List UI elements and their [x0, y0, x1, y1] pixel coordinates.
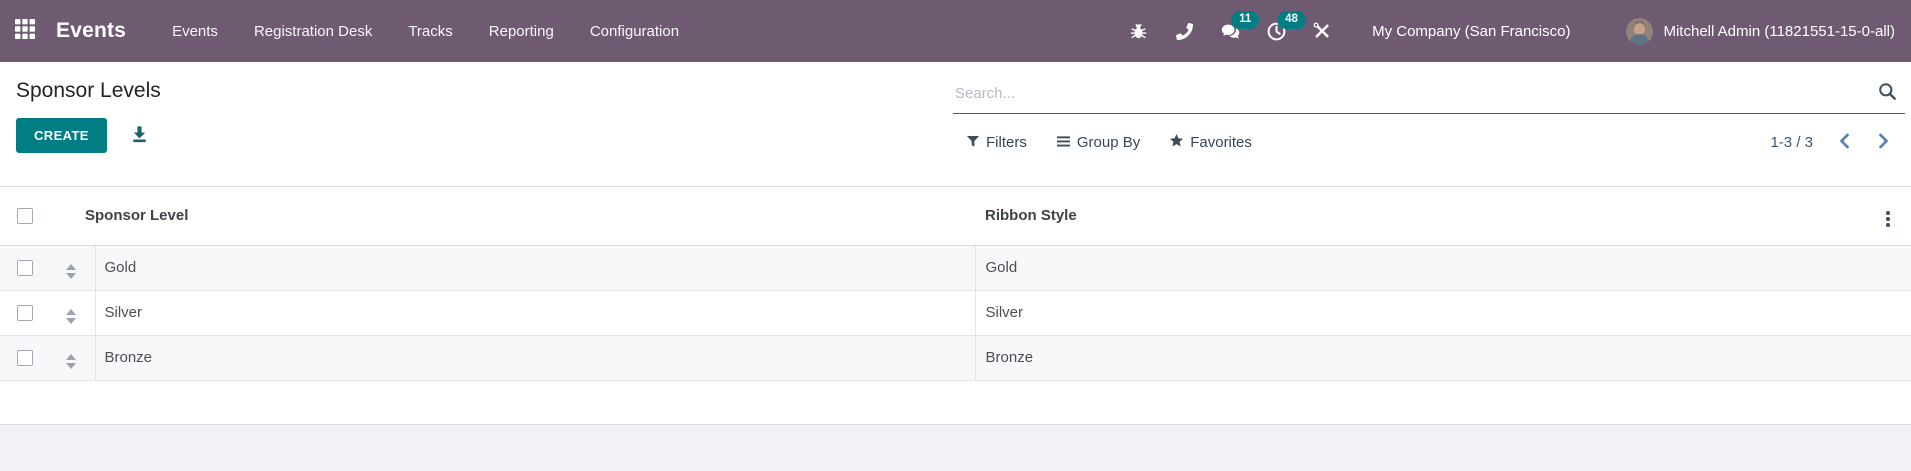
select-all-checkbox[interactable] [17, 207, 33, 224]
menu-item-events[interactable]: Events [154, 0, 236, 62]
row-handle-cell [48, 335, 95, 380]
header-checkbox-cell [0, 187, 48, 246]
navbar-systray: 11 48 [1126, 11, 1334, 44]
control-panel: Sponsor Levels CREATE Search... Filters … [0, 62, 1911, 187]
support-tools-icon[interactable] [1310, 18, 1334, 44]
chevron-right-icon [1878, 133, 1889, 152]
activities-clock-icon[interactable]: 48 [1264, 11, 1306, 44]
group-by-bars-icon [1056, 134, 1070, 151]
menu-item-reporting[interactable]: Reporting [471, 0, 572, 62]
table-row-silver[interactable]: Silver Silver [0, 290, 1911, 335]
table-header-row: Sponsor Level Ribbon Style [0, 187, 1911, 246]
navbar-right-section: 11 48 My Company (San Francisco) Mitchel… [1126, 11, 1895, 45]
filter-funnel-icon [967, 134, 979, 151]
pager-range-label[interactable]: 1-3 / 3 [1770, 134, 1813, 151]
download-icon [131, 125, 148, 146]
row-checkbox-cell [0, 335, 48, 380]
filters-label: Filters [986, 134, 1027, 151]
row-checkbox[interactable] [17, 304, 33, 321]
apps-grid-icon [15, 18, 35, 44]
row-handle-cell [48, 245, 95, 290]
messages-count-badge: 11 [1231, 11, 1260, 29]
pager-previous-button[interactable] [1837, 131, 1852, 154]
group-by-menu[interactable]: Group By [1056, 134, 1141, 151]
activities-count-badge: 48 [1277, 11, 1306, 29]
search-box [953, 78, 1905, 114]
apps-menu-button[interactable] [0, 0, 50, 62]
table-empty-space [0, 380, 1911, 425]
cell-ribbon-style[interactable]: Bronze [974, 335, 1911, 380]
phone-icon[interactable] [1172, 18, 1196, 44]
group-by-label: Group By [1076, 134, 1141, 151]
menu-item-configuration[interactable]: Configuration [572, 0, 697, 62]
create-button[interactable]: CREATE [16, 118, 107, 153]
menu-item-tracks[interactable]: Tracks [390, 0, 470, 62]
drag-handle-icon[interactable] [66, 353, 77, 369]
search-submit-button[interactable] [1878, 82, 1897, 104]
row-checkbox[interactable] [17, 349, 33, 366]
sponsor-levels-table: Sponsor Level Ribbon Style Gold Gold Sil… [0, 187, 1911, 381]
cell-ribbon-style[interactable]: Gold [974, 245, 1911, 290]
favorites-menu[interactable]: Favorites [1170, 134, 1252, 151]
row-checkbox-cell [0, 290, 48, 335]
debug-bug-icon[interactable] [1126, 18, 1150, 44]
control-panel-right: Filters Group By F [953, 62, 1911, 186]
cell-sponsor-level[interactable]: Silver [94, 290, 976, 335]
menu-item-registration-desk[interactable]: Registration Desk [236, 0, 390, 62]
cell-sponsor-level[interactable]: Gold [94, 245, 976, 290]
pager-next-button[interactable] [1876, 131, 1891, 154]
cell-ribbon-style[interactable]: Silver [974, 290, 1911, 335]
table-row-gold[interactable]: Gold Gold [0, 245, 1911, 290]
drag-handle-icon[interactable] [66, 263, 77, 279]
control-panel-left: Sponsor Levels CREATE [0, 62, 953, 186]
column-header-ribbon-style[interactable]: Ribbon Style [975, 187, 1884, 246]
row-handle-cell [48, 290, 95, 335]
search-icon [1878, 83, 1897, 104]
user-name-label: Mitchell Admin (11821551-15-0-all) [1663, 22, 1895, 40]
messages-chat-icon[interactable]: 11 [1218, 11, 1260, 44]
favorites-label: Favorites [1190, 134, 1252, 151]
chevron-left-icon [1839, 133, 1850, 152]
row-checkbox[interactable] [17, 259, 33, 276]
drag-handle-icon[interactable] [66, 308, 77, 324]
filters-menu[interactable]: Filters [967, 134, 1027, 151]
table-row-bronze[interactable]: Bronze Bronze [0, 335, 1911, 380]
export-button[interactable] [131, 125, 148, 146]
search-options-row: Filters Group By Favorites 1-3 / 3 [953, 131, 1905, 154]
app-brand-title: Events [56, 19, 127, 42]
top-navbar: Events Events Registration Desk Tracks R… [0, 0, 1911, 62]
optional-columns-cell [1883, 187, 1911, 246]
user-menu[interactable]: Mitchell Admin (11821551-15-0-all) [1626, 17, 1895, 45]
favorites-star-icon [1170, 134, 1184, 151]
column-header-sponsor-level[interactable]: Sponsor Level [48, 187, 976, 246]
cell-sponsor-level[interactable]: Bronze [94, 335, 976, 380]
search-input[interactable] [955, 85, 1875, 102]
page-title-breadcrumb: Sponsor Levels [16, 79, 161, 102]
company-switcher[interactable]: My Company (San Francisco) [1372, 23, 1570, 40]
vertical-ellipsis-icon[interactable] [1883, 208, 1893, 230]
pager: 1-3 / 3 [1770, 131, 1905, 154]
user-avatar [1626, 17, 1654, 45]
app-menu: Events Registration Desk Tracks Reportin… [154, 0, 697, 62]
row-checkbox-cell [0, 245, 48, 290]
